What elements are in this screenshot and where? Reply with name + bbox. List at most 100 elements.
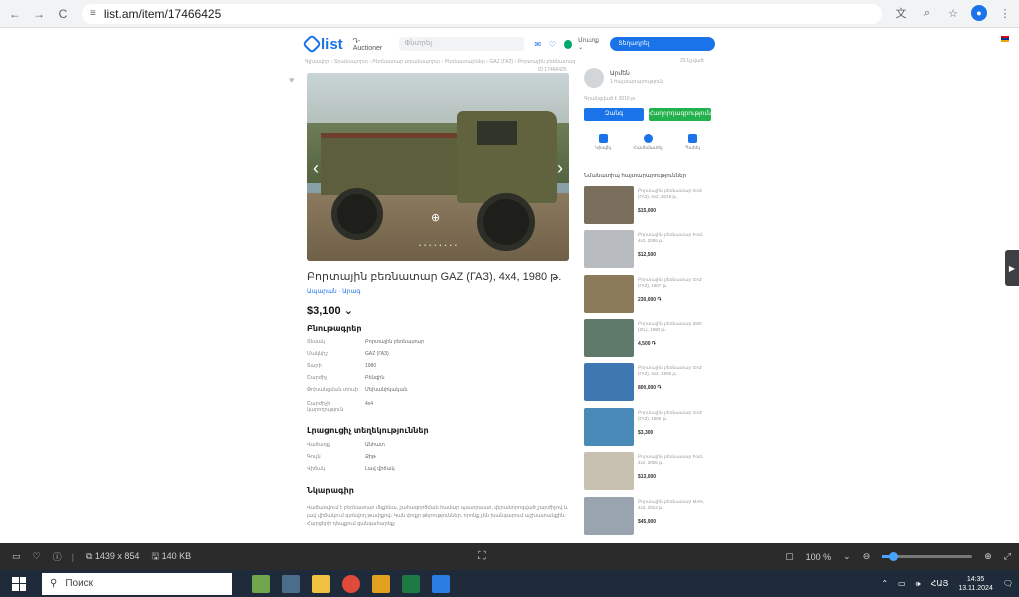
extra-info-heading: Լրացուցիչ տեղեկություններ <box>307 426 429 435</box>
similar-thumb <box>584 275 634 313</box>
seller-avatar[interactable] <box>584 68 604 88</box>
main-photo[interactable]: ‹ › ⊕ • • • • • • • • <box>307 73 569 261</box>
windows-start-icon[interactable] <box>12 576 26 591</box>
similar-item[interactable]: Բորտային բեռնատար GAZ (ГАЗ), 1967 թ. 230,… <box>584 275 714 313</box>
tray-chevron-icon[interactable]: ⌃ <box>881 579 888 588</box>
call-button[interactable]: Զանգ <box>584 108 644 121</box>
spec-row: Տեսակ Բորտային բեռնատար <box>307 339 425 345</box>
logo-icon <box>302 34 322 54</box>
description-text: Վաճառվում է բեռնատար մեքենա, շահագործման… <box>307 505 568 527</box>
app-icon-photos[interactable] <box>432 574 450 593</box>
favorite-icon[interactable]: ♡ <box>33 551 41 562</box>
share-icon <box>598 134 608 143</box>
auction-link[interactable]: Դ- Auctioner <box>353 37 391 52</box>
site-info-icon[interactable]: ≡ <box>90 8 96 19</box>
zoom-out-icon[interactable]: ⊖ <box>863 551 871 562</box>
side-panel-toggle-icon[interactable]: ▶ <box>1005 250 1019 286</box>
network-icon[interactable]: ▭ <box>898 579 906 588</box>
zoom-slider[interactable] <box>882 552 973 561</box>
listing-title: Բորտային բեռնատար GAZ (ГАЗ), 4x4, 1980 թ… <box>307 271 562 283</box>
reload-icon[interactable]: C <box>54 5 72 23</box>
clock[interactable]: 14:35 13.11.2024 <box>958 575 993 593</box>
similar-thumb <box>584 319 634 357</box>
breadcrumb[interactable]: Գլխավոր › Տրանսպորտ › Բեռնատար տրանսպորտ… <box>305 59 575 65</box>
browser-toolbar: ← → C ≡ list.am/item/17466425 文 ⌕ ☆ ● ⋮ <box>0 0 1019 28</box>
app-icon-chrome[interactable] <box>342 574 360 593</box>
input-language[interactable]: ՀԱՅ <box>931 579 949 588</box>
spec-row: Շարժիչ Բենզին <box>307 375 385 381</box>
app-icon-media[interactable] <box>372 574 390 593</box>
similar-item[interactable]: Բորտային բեռնատար MAN, 4x2, 2012 թ. $45,9… <box>584 497 714 535</box>
system-tray: ⌃ ▭ 🕪 ՀԱՅ 14:35 13.11.2024 🗨 <box>881 570 1013 597</box>
app-icon-explorer[interactable] <box>312 574 330 593</box>
menu-icon[interactable]: ⋮ <box>997 5 1013 21</box>
compare-icon <box>643 134 653 143</box>
volume-icon[interactable]: 🕪 <box>916 579 921 589</box>
price[interactable]: $3,100 ⌄ <box>307 304 353 317</box>
taskbar-search[interactable]: ⚲ Поиск <box>42 572 232 595</box>
similar-thumb <box>584 230 634 268</box>
similar-thumb <box>584 408 634 446</box>
back-icon[interactable]: ← <box>6 5 24 23</box>
zoom-icon[interactable]: ⌕ <box>919 5 935 21</box>
photo-pagination[interactable]: • • • • • • • • <box>419 243 458 249</box>
app-icon-paint[interactable] <box>252 574 270 593</box>
web-page: ▶ list Դ- Auctioner Փնտրել ✉ ♡ Մուտք ⌄ Տ… <box>0 28 1019 543</box>
bookmark-action[interactable]: Պահել <box>685 134 700 161</box>
star-icon[interactable]: ☆ <box>945 5 961 21</box>
address-bar[interactable]: ≡ list.am/item/17466425 <box>82 3 882 24</box>
notifications-center-icon[interactable]: 🗨 <box>1003 579 1013 588</box>
extra-row: Գույն Ձիթ <box>307 454 376 460</box>
account-icon[interactable] <box>563 39 573 49</box>
app-icon-excel[interactable] <box>402 574 420 593</box>
share-action[interactable]: Կիսվել <box>595 134 611 161</box>
similar-heading: Նմանատիպ հայտարարություններ <box>584 173 687 179</box>
similar-item[interactable]: Բորտային բեռնատար Ford, 4x2, 2006 թ. $12,… <box>584 230 714 268</box>
display-icon[interactable]: ▭ <box>12 551 21 562</box>
similar-item[interactable]: Բորտային բեռնատար GAZ (ГАЗ), 1985 թ. $3,3… <box>584 408 714 446</box>
similar-item[interactable]: Բորտային բեռնատար ЗИЛ (ZIL), 1990 թ. 4,50… <box>584 319 714 357</box>
post-ad-button[interactable]: Տեղադրել հայտարարություն <box>610 37 715 61</box>
similar-item[interactable]: Բորտային բեռնատար GAZ (ГАЗ), 4x2, 2019 թ… <box>584 186 714 224</box>
similar-thumb <box>584 363 634 401</box>
favorite-heart-icon[interactable]: ♥ <box>289 75 294 85</box>
info-icon[interactable]: ⓘ <box>53 550 62 563</box>
similar-item[interactable]: Բորտային բեռնատար GAZ (ГАЗ), 4x4, 1985 թ… <box>584 363 714 401</box>
zoom-slider-handle[interactable] <box>889 552 899 561</box>
favorites-icon[interactable]: ♡ <box>549 40 558 49</box>
file-size: 🖫 140 KB <box>151 550 192 561</box>
saved-count: 25 նշված <box>680 58 704 64</box>
seller-name[interactable]: Արմեն <box>610 70 630 77</box>
search-icon: ⚲ <box>50 578 58 589</box>
forward-icon[interactable]: → <box>30 5 48 23</box>
profile-icon[interactable]: ● <box>971 5 987 21</box>
app-icon-calculator[interactable] <box>282 574 300 593</box>
site-logo[interactable]: list <box>302 34 343 54</box>
photo-zoom-icon[interactable]: ⊕ <box>431 211 440 224</box>
location-link[interactable]: Ապարան · Արագ <box>307 288 360 295</box>
photo-prev-icon[interactable]: ‹ <box>313 158 319 179</box>
photo-next-icon[interactable]: › <box>557 158 563 179</box>
language-flag-icon[interactable] <box>1001 36 1009 42</box>
crop-icon[interactable]: ⛶ <box>478 550 486 563</box>
image-dimensions: ⧉ 1439 x 854 <box>85 551 140 561</box>
zoom-level[interactable]: 100 % <box>806 552 832 562</box>
similar-thumb <box>584 452 634 490</box>
compare-action[interactable]: Համեմատել <box>634 134 663 161</box>
zoom-dropdown-icon[interactable]: ⌄ <box>843 551 851 562</box>
fit-screen-icon[interactable]: ▢ <box>785 551 794 562</box>
login-link[interactable]: Մուտք ⌄ <box>578 37 604 51</box>
extra-row: Վաճառք Անհատ <box>307 442 385 448</box>
zoom-in-icon[interactable]: ⊕ <box>984 551 992 562</box>
logo-text: list <box>321 35 343 53</box>
site-search-input[interactable]: Փնտրել <box>398 37 525 51</box>
seller-listings-count: 1 հայտարարություն <box>610 79 664 85</box>
notifications-icon[interactable]: ✉ <box>534 40 543 49</box>
similar-item[interactable]: Բորտային բեռնատար Ford, 4x2, 2006 թ. $13,… <box>584 452 714 490</box>
translate-icon[interactable]: 文 <box>893 5 909 21</box>
site-header: list Դ- Auctioner Փնտրել ✉ ♡ Մուտք ⌄ Տեղ… <box>302 34 715 61</box>
similar-thumb <box>584 186 634 224</box>
message-button[interactable]: Հաղորդագրություն <box>649 108 711 121</box>
similar-thumb <box>584 497 634 535</box>
expand-icon[interactable]: ⤢ <box>1004 551 1011 562</box>
